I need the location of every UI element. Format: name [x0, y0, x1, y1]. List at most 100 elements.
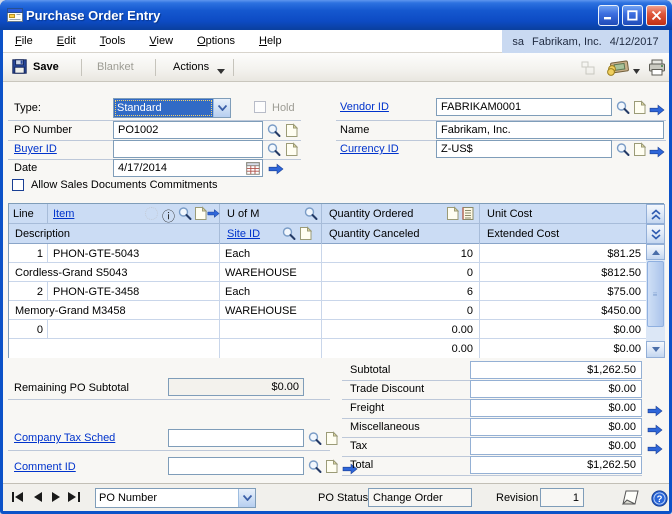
cell-extended-cost[interactable]: $450.00 [479, 301, 645, 320]
cell-qty-ordered[interactable]: 0.00 [321, 320, 477, 339]
tax-field[interactable]: $0.00 [470, 437, 642, 455]
grid-row-line[interactable]: 2 PHON-GTE-3458 Each 6 $75.00 [9, 282, 646, 301]
record-next-icon[interactable] [48, 489, 64, 505]
cell-unit-cost[interactable]: $0.00 [479, 320, 645, 339]
cell-description[interactable]: Memory-Grand M3458 [11, 301, 217, 320]
record-last-icon[interactable] [66, 489, 82, 505]
vendor-id-note-icon[interactable] [631, 99, 648, 116]
browse-by-chevron-icon[interactable] [238, 489, 255, 507]
actions-button[interactable]: Actions [173, 61, 209, 73]
qty-journal-icon[interactable] [461, 206, 475, 224]
cell-extended-cost[interactable]: $0.00 [479, 339, 645, 358]
cell-line[interactable]: 1 [9, 244, 47, 263]
grid-row-description[interactable]: 0.00 $0.00 [9, 339, 646, 358]
comment-id-field[interactable] [168, 457, 304, 475]
cell-unit-cost[interactable]: $81.25 [479, 244, 645, 263]
cell-uom[interactable] [221, 320, 319, 339]
vendor-name-field[interactable]: Fabrikam, Inc. [436, 121, 664, 139]
company-tax-lookup-icon[interactable] [306, 430, 323, 447]
comment-id-note-icon[interactable] [323, 458, 340, 475]
vendor-id-expansion-arrow-icon[interactable] [648, 101, 665, 118]
item-expansion-arrow-icon[interactable] [207, 208, 220, 222]
date-field[interactable]: 4/17/2014 [113, 159, 263, 177]
cell-description[interactable] [11, 339, 217, 358]
site-id-note-icon[interactable] [299, 226, 313, 244]
print-icon[interactable] [648, 59, 666, 79]
qty-note-icon[interactable] [446, 206, 460, 224]
company-tax-sched-field[interactable] [168, 429, 304, 447]
cell-extended-cost[interactable]: $812.50 [479, 263, 645, 282]
currency-id-link[interactable]: Currency ID [340, 143, 399, 155]
buyer-id-note-icon[interactable] [283, 141, 300, 158]
grid-expand-rows-icon[interactable] [646, 224, 665, 244]
site-id-lookup-icon[interactable] [281, 226, 297, 245]
cell-site-id[interactable]: WAREHOUSE [221, 301, 319, 320]
po-number-field[interactable]: PO1002 [113, 121, 263, 139]
record-previous-icon[interactable] [29, 489, 45, 505]
menu-file[interactable]: File [3, 30, 45, 52]
menu-view[interactable]: View [137, 30, 185, 52]
comment-id-link[interactable]: Comment ID [14, 461, 76, 473]
save-button[interactable]: Save [33, 61, 59, 73]
item-lookup-icon[interactable] [177, 206, 193, 225]
item-info-icon[interactable]: ⓘ [162, 206, 175, 225]
menu-tools[interactable]: Tools [88, 30, 138, 52]
menu-edit[interactable]: Edit [45, 30, 88, 52]
grid-row-line[interactable]: 1 PHON-GTE-5043 Each 10 $81.25 [9, 244, 646, 263]
minimize-button[interactable] [598, 5, 619, 26]
buyer-id-link[interactable]: Buyer ID [14, 143, 57, 155]
cell-item[interactable] [49, 320, 217, 339]
col-item-header-link[interactable]: Item [49, 204, 78, 223]
vendor-id-lookup-icon[interactable] [614, 99, 631, 116]
close-button[interactable] [646, 5, 667, 26]
vendor-id-field[interactable]: FABRIKAM0001 [436, 98, 612, 116]
currency-id-note-icon[interactable] [631, 141, 648, 158]
money-tool-icon[interactable] [607, 59, 629, 79]
tax-expansion-arrow-icon[interactable] [646, 440, 663, 457]
cell-uom[interactable]: Each [221, 244, 319, 263]
help-icon[interactable]: ? [650, 489, 668, 507]
cell-item[interactable]: PHON-GTE-3458 [49, 282, 217, 301]
item-note-icon[interactable] [194, 206, 208, 224]
menu-options[interactable]: Options [185, 30, 247, 52]
allow-commitments-checkbox[interactable] [12, 179, 24, 191]
grid-row-description[interactable]: Cordless-Grand S5043 WAREHOUSE 0 $812.50 [9, 263, 646, 282]
grid-row-description[interactable]: Memory-Grand M3458 WAREHOUSE 0 $450.00 [9, 301, 646, 320]
buyer-id-field[interactable] [113, 140, 263, 158]
vendor-id-link[interactable]: Vendor ID [340, 101, 389, 113]
po-number-note-icon[interactable] [283, 122, 300, 139]
date-expansion-arrow-icon[interactable] [267, 160, 284, 177]
currency-id-lookup-icon[interactable] [614, 141, 631, 158]
cell-line[interactable]: 0 [9, 320, 47, 339]
scrollbar-up-icon[interactable] [646, 244, 665, 260]
grid-row-line[interactable]: 0 0.00 $0.00 [9, 320, 646, 339]
type-dropdown[interactable]: Standard [113, 98, 231, 118]
record-note-icon[interactable] [620, 487, 642, 509]
calendar-icon[interactable] [244, 160, 261, 177]
record-first-icon[interactable] [10, 489, 26, 505]
grid-collapse-rows-icon[interactable] [646, 204, 665, 224]
currency-id-expansion-arrow-icon[interactable] [648, 143, 665, 160]
browse-by-dropdown[interactable]: PO Number [95, 488, 256, 508]
cell-line[interactable]: 2 [9, 282, 47, 301]
currency-id-field[interactable]: Z-US$ [436, 140, 612, 158]
money-dropdown-icon[interactable] [633, 65, 640, 77]
cell-description[interactable]: Cordless-Grand S5043 [11, 263, 217, 282]
col-site-id-header-link[interactable]: Site ID [223, 224, 264, 243]
uom-lookup-icon[interactable] [303, 206, 319, 225]
comment-id-lookup-icon[interactable] [306, 458, 323, 475]
miscellaneous-field[interactable]: $0.00 [470, 418, 642, 436]
buyer-id-lookup-icon[interactable] [265, 141, 282, 158]
cell-site-id[interactable]: WAREHOUSE [221, 263, 319, 282]
cell-qty-ordered[interactable]: 6 [321, 282, 477, 301]
actions-dropdown-icon[interactable] [217, 65, 225, 77]
menu-help[interactable]: Help [247, 30, 294, 52]
scrollbar-down-icon[interactable] [646, 341, 665, 358]
cell-qty-canceled[interactable]: 0.00 [321, 339, 477, 358]
cell-site-id[interactable] [221, 339, 319, 358]
freight-expansion-arrow-icon[interactable] [646, 402, 663, 419]
cell-qty-canceled[interactable]: 0 [321, 301, 477, 320]
po-number-lookup-icon[interactable] [265, 122, 282, 139]
cell-uom[interactable]: Each [221, 282, 319, 301]
cell-qty-ordered[interactable]: 10 [321, 244, 477, 263]
